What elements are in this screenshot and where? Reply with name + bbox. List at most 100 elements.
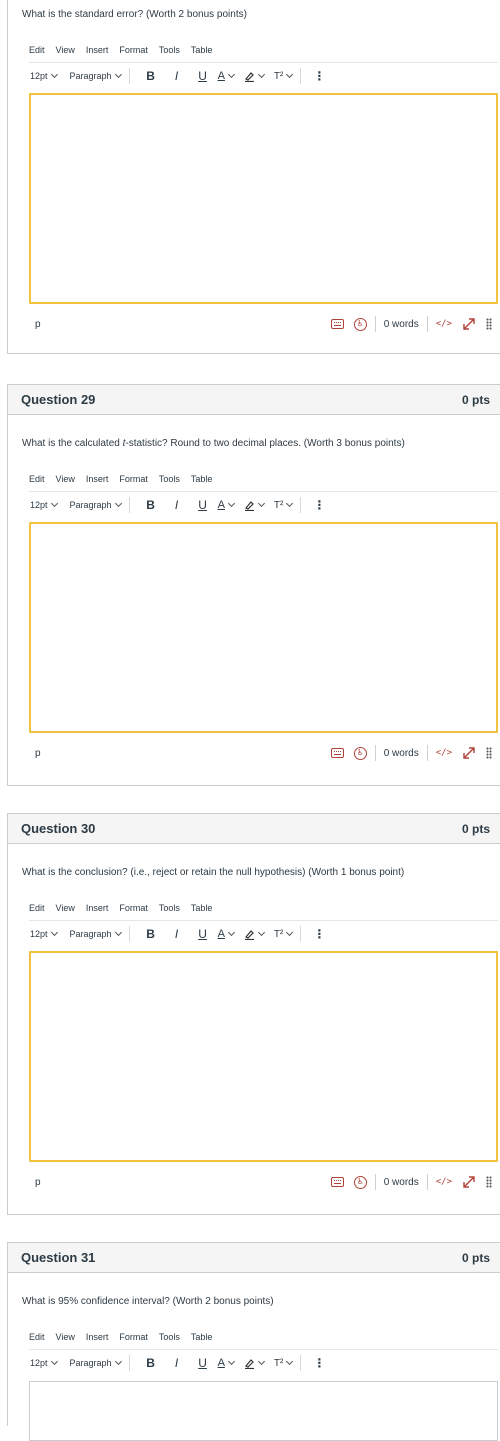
italic-button[interactable]: I: [164, 69, 190, 83]
superscript-button[interactable]: T²: [274, 500, 294, 511]
html-editor-button[interactable]: </>: [436, 1177, 452, 1187]
font-size-select[interactable]: 12pt: [30, 499, 58, 510]
highlight-color-button[interactable]: [244, 499, 265, 511]
answer-editor[interactable]: [29, 93, 498, 304]
text-color-button[interactable]: A: [218, 928, 235, 940]
underline-button[interactable]: U: [190, 1356, 216, 1370]
menu-insert[interactable]: Insert: [86, 1332, 109, 1342]
superscript-icon: T²: [273, 1357, 284, 1369]
menu-edit[interactable]: Edit: [29, 45, 45, 55]
highlight-color-button[interactable]: [244, 928, 265, 940]
keyboard-icon[interactable]: [330, 748, 344, 758]
block-format-select[interactable]: Paragraph: [70, 70, 122, 81]
word-count[interactable]: 0 words: [384, 319, 419, 330]
font-size-select[interactable]: 12pt: [30, 1357, 58, 1368]
menu-tools[interactable]: Tools: [159, 1332, 180, 1342]
element-path[interactable]: p: [35, 748, 41, 759]
text-color-button[interactable]: A: [217, 499, 235, 511]
editor-menubar: Edit View Insert Format Tools Table: [29, 474, 223, 484]
keyboard-icon[interactable]: [330, 1177, 344, 1187]
resize-handle-icon[interactable]: [486, 1176, 492, 1188]
menu-edit[interactable]: Edit: [29, 903, 45, 913]
menu-view[interactable]: View: [56, 45, 75, 55]
underline-button[interactable]: U: [190, 498, 216, 512]
element-path[interactable]: p: [35, 319, 41, 330]
menu-view[interactable]: View: [56, 1332, 75, 1342]
word-count[interactable]: 0 words: [384, 748, 419, 759]
underline-button[interactable]: U: [190, 69, 216, 83]
divider: [374, 745, 376, 761]
block-format-select[interactable]: Paragraph: [69, 928, 122, 939]
menu-table[interactable]: Table: [191, 45, 213, 55]
fullscreen-icon[interactable]: [462, 746, 476, 760]
menu-view[interactable]: View: [56, 903, 75, 913]
resize-handle-icon[interactable]: [486, 747, 492, 759]
superscript-button[interactable]: T²: [274, 71, 294, 82]
html-editor-button[interactable]: </>: [436, 319, 452, 329]
menu-format[interactable]: Format: [119, 903, 148, 913]
accessibility-icon[interactable]: ♿: [353, 317, 367, 331]
superscript-button[interactable]: T²: [273, 1357, 294, 1369]
highlight-color-button[interactable]: [244, 70, 265, 82]
bold-button[interactable]: B: [138, 498, 164, 512]
question-points: 0 pts: [461, 392, 490, 407]
menu-edit[interactable]: Edit: [29, 474, 45, 484]
bold-button[interactable]: B: [138, 1356, 164, 1370]
menu-format[interactable]: Format: [119, 474, 148, 484]
keyboard-icon[interactable]: [330, 319, 344, 329]
menu-insert[interactable]: Insert: [86, 45, 109, 55]
text-color-button[interactable]: A: [218, 1357, 235, 1369]
superscript-button[interactable]: T²: [274, 929, 294, 940]
fullscreen-icon[interactable]: [462, 317, 476, 331]
word-count[interactable]: 0 words: [384, 1177, 419, 1188]
font-size-select[interactable]: 12pt: [30, 70, 58, 81]
menu-table[interactable]: Table: [191, 1332, 213, 1342]
text-color-button[interactable]: A: [218, 70, 235, 82]
chevron-down-icon: [50, 499, 58, 508]
more-options-button[interactable]: ⋮: [313, 1356, 325, 1370]
menu-table[interactable]: Table: [191, 474, 213, 484]
answer-editor[interactable]: [29, 522, 498, 733]
menu-view[interactable]: View: [56, 474, 75, 484]
menu-insert[interactable]: Insert: [86, 903, 109, 913]
bold-button[interactable]: B: [138, 69, 164, 83]
underline-button[interactable]: U: [190, 927, 216, 941]
italic-button[interactable]: I: [164, 927, 190, 941]
block-format-select[interactable]: Paragraph: [70, 499, 122, 510]
more-options-button[interactable]: ⋮: [313, 69, 325, 83]
answer-editor[interactable]: [29, 951, 498, 1162]
question-title: Question 29: [21, 392, 96, 407]
text-color-icon: A: [217, 499, 225, 511]
divider: [29, 1349, 498, 1350]
element-path[interactable]: p: [35, 1177, 41, 1188]
highlight-color-button[interactable]: [244, 1357, 265, 1369]
bold-button[interactable]: B: [138, 927, 164, 941]
divider: [300, 926, 302, 942]
answer-editor[interactable]: [29, 1381, 498, 1441]
divider: [426, 745, 428, 761]
menu-table[interactable]: Table: [191, 903, 213, 913]
block-format-value: Paragraph: [69, 929, 112, 939]
more-options-button[interactable]: ⋮: [313, 927, 325, 941]
html-editor-button[interactable]: </>: [436, 748, 452, 758]
italic-button[interactable]: I: [164, 1356, 190, 1370]
fullscreen-icon[interactable]: [462, 1175, 476, 1189]
accessibility-icon[interactable]: ♿: [353, 1175, 367, 1189]
menu-tools[interactable]: Tools: [159, 903, 180, 913]
resize-handle-icon[interactable]: [486, 318, 492, 330]
menu-tools[interactable]: Tools: [159, 45, 180, 55]
menu-tools[interactable]: Tools: [159, 474, 180, 484]
block-format-select[interactable]: Paragraph: [70, 1357, 122, 1368]
editor-statusbar: p ♿ 0 words </>: [29, 1173, 498, 1191]
divider: [300, 497, 302, 513]
menu-insert[interactable]: Insert: [86, 474, 109, 484]
font-size-select[interactable]: 12pt: [30, 928, 58, 939]
question-header: Question 31 0 pts: [8, 1243, 500, 1273]
question-text: What is the conclusion? (i.e., reject or…: [22, 867, 405, 878]
more-options-button[interactable]: ⋮: [313, 498, 325, 512]
menu-format[interactable]: Format: [119, 45, 148, 55]
accessibility-icon[interactable]: ♿: [353, 746, 367, 760]
menu-format[interactable]: Format: [119, 1332, 148, 1342]
menu-edit[interactable]: Edit: [29, 1332, 45, 1342]
italic-button[interactable]: I: [164, 498, 190, 512]
